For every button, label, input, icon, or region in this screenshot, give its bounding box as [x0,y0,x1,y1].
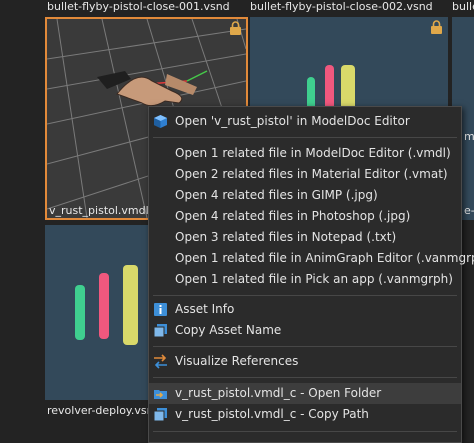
cube-icon [154,115,167,128]
menu-item-label: v_rust_pistol.vmdl_c - Open Folder [175,386,382,400]
waveform-bar [123,265,138,345]
info-icon [154,303,167,316]
folder-arrow-icon [154,390,167,399]
menu-item-copy-path[interactable]: v_rust_pistol.vmdl_c - Copy Path [149,404,461,425]
menu-item-label: Open 'v_rust_pistol' in ModelDoc Editor [175,114,410,128]
menu-item-asset-info[interactable]: Asset Info [149,299,461,320]
menu-item-label: Open 1 related file in ModelDoc Editor (… [175,146,451,160]
menu-item-label: Copy Asset Name [175,323,282,337]
menu-separator [153,295,457,296]
menu-item-label: Asset Info [175,302,235,316]
menu-item-label: Open 2 related files in Material Editor … [175,167,448,181]
menu-item-related-notepad[interactable]: Open 3 related files in Notepad (.txt) [149,227,461,248]
asset-label-fragment: e- [464,204,474,217]
waveform-bar [99,273,109,339]
menu-item-copy-asset-name[interactable]: Copy Asset Name [149,320,461,341]
menu-separator [153,377,457,378]
menu-item-label: v_rust_pistol.vmdl_c - Copy Path [175,407,369,421]
menu-item-open-in-modeldoc[interactable]: Open 'v_rust_pistol' in ModelDoc Editor [149,111,461,132]
menu-item-related-modeldoc[interactable]: Open 1 related file in ModelDoc Editor (… [149,143,461,164]
menu-item-visualize-references[interactable]: Visualize References [149,351,461,372]
menu-separator [153,346,457,347]
menu-item-related-material[interactable]: Open 2 related files in Material Editor … [149,164,461,185]
asset-label-fragment: m [464,130,474,143]
menu-item-open-folder[interactable]: v_rust_pistol.vmdl_c - Open Folder [149,383,461,404]
copy-icon [153,408,167,422]
menu-item-label: Open 3 related files in Notepad (.txt) [175,230,397,244]
waveform-bar [75,285,85,340]
menu-item-related-photoshop[interactable]: Open 4 related files in Photoshop (.jpg) [149,206,461,227]
asset-label-partial: bulle [452,0,474,13]
menu-item-label: Open 4 related files in Photoshop (.jpg) [175,209,411,223]
asset-label-revolver-deploy: revolver-deploy.vsnd [47,404,161,417]
menu-item-related-animgraph[interactable]: Open 1 related file in AnimGraph Editor … [149,248,474,269]
menu-item-related-pick-app[interactable]: Open 1 related file in Pick an app (.van… [149,269,461,290]
menu-item-related-gimp[interactable]: Open 4 related files in GIMP (.jpg) [149,185,461,206]
asset-label-v-rust-pistol: v_rust_pistol.vmdl [49,204,149,217]
context-menu: Open 'v_rust_pistol' in ModelDoc Editor … [148,106,474,443]
lock-icon [431,20,442,34]
menu-item-label: Visualize References [175,354,299,368]
references-icon [154,354,167,369]
menu-item-label: Open 1 related file in AnimGraph Editor … [175,251,474,265]
asset-label-flyby-002: bullet-flyby-pistol-close-002.vsnd [250,0,433,13]
lock-icon [230,21,241,35]
copy-icon [153,324,167,338]
menu-item-label: Open 4 related files in GIMP (.jpg) [175,188,378,202]
menu-item-label: Open 1 related file in Pick an app (.van… [175,272,453,286]
asset-tile-revolver-deploy[interactable] [45,225,148,400]
menu-separator [153,431,457,432]
menu-separator [153,137,457,138]
asset-label-flyby-001: bullet-flyby-pistol-close-001.vsnd [47,0,230,13]
